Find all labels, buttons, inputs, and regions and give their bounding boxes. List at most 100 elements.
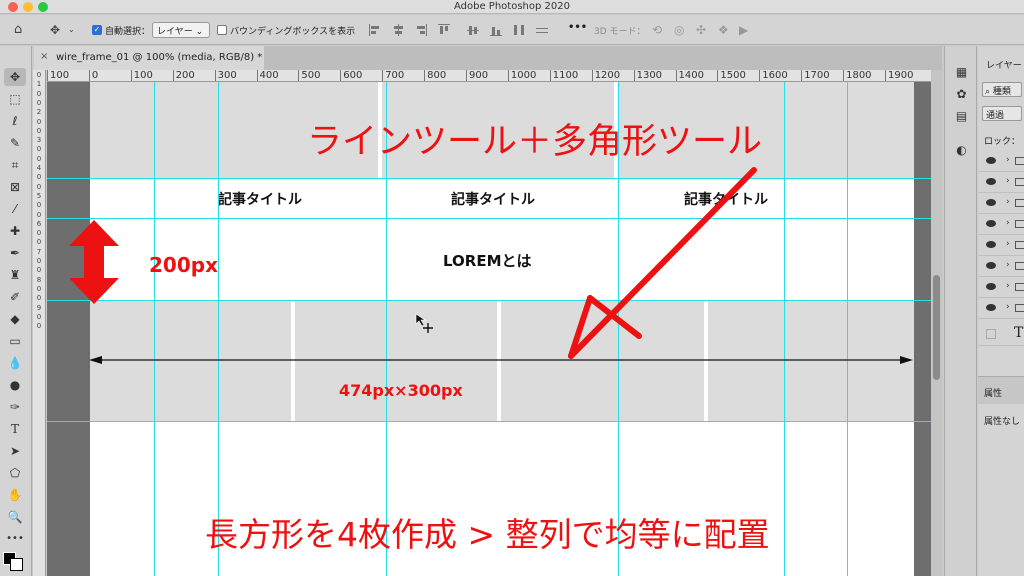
layer-row[interactable]: ›: [978, 152, 1024, 172]
3d-scale-icon[interactable]: ▶: [739, 23, 748, 37]
document-tab-title: wire_frame_01 @ 100% (media, RGB/8) *: [56, 52, 263, 63]
chevron-right-icon[interactable]: ›: [1006, 239, 1010, 249]
align-right-icon[interactable]: [414, 23, 428, 37]
move-tool-icon[interactable]: ✥: [4, 68, 26, 86]
eraser-tool-icon[interactable]: ◆: [4, 310, 26, 328]
3d-roll-icon[interactable]: ◎: [674, 23, 684, 37]
blur-tool-icon[interactable]: 💧: [4, 354, 26, 372]
eye-icon[interactable]: [986, 199, 996, 206]
visibility-toggle[interactable]: [986, 329, 996, 339]
properties-tab[interactable]: 属性: [984, 386, 1002, 399]
folder-icon: [1015, 199, 1024, 207]
align-horizontal-center-icon[interactable]: [391, 23, 405, 37]
eye-icon[interactable]: [986, 157, 996, 164]
chevron-right-icon[interactable]: ›: [1006, 218, 1010, 228]
brush-tool-icon[interactable]: ✒: [4, 244, 26, 262]
layer-row[interactable]: ›: [978, 278, 1024, 298]
align-vertical-center-icon[interactable]: [466, 23, 480, 37]
pasteboard[interactable]: 記事タイトル 記事タイトル 記事タイトル LOREMとは: [47, 82, 931, 576]
ruler-label: 0: [36, 71, 42, 79]
eye-icon[interactable]: [986, 220, 996, 227]
eye-icon[interactable]: [986, 283, 996, 290]
edit-toolbar-icon[interactable]: •••: [4, 530, 26, 548]
chevron-right-icon[interactable]: ›: [1006, 155, 1010, 165]
eye-icon[interactable]: [986, 241, 996, 248]
layer-row[interactable]: T: [978, 322, 1024, 346]
ruler-label: 800: [424, 70, 446, 81]
move-tool-icon[interactable]: ✥: [50, 23, 60, 37]
clone-stamp-tool-icon[interactable]: ♜: [4, 266, 26, 284]
ruler-label: 0: [36, 294, 42, 303]
quick-select-tool-icon[interactable]: ✎: [4, 134, 26, 152]
layer-row[interactable]: ›: [978, 194, 1024, 214]
crop-tool-icon[interactable]: ⌗: [4, 156, 26, 174]
scrollbar-thumb[interactable]: [933, 275, 940, 380]
color-panel-icon[interactable]: ✿: [953, 86, 970, 103]
hand-tool-icon[interactable]: ✋: [4, 486, 26, 504]
document-tab[interactable]: × wire_frame_01 @ 100% (media, RGB/8) *: [34, 46, 264, 70]
path-selection-tool-icon[interactable]: ➤: [4, 442, 26, 460]
height-annotation: 200px: [149, 253, 218, 277]
eye-icon[interactable]: [986, 304, 996, 311]
background-color-swatch[interactable]: [10, 558, 23, 571]
eye-icon[interactable]: [986, 262, 996, 269]
chevron-right-icon[interactable]: ›: [1006, 197, 1010, 207]
type-tool-icon[interactable]: T: [4, 420, 26, 438]
distribute-icon[interactable]: [512, 23, 526, 37]
layer-row[interactable]: ›: [978, 236, 1024, 256]
vertical-ruler[interactable]: 0100200300400500600700800900: [33, 70, 46, 576]
lasso-tool-icon[interactable]: ℓ: [4, 112, 26, 130]
dodge-tool-icon[interactable]: ●: [4, 376, 26, 394]
frame-tool-icon[interactable]: ⊠: [4, 178, 26, 196]
auto-select-checkbox[interactable]: ✓: [92, 25, 102, 35]
pen-tool-icon[interactable]: ✑: [4, 398, 26, 416]
blend-mode-select[interactable]: 通過: [982, 106, 1022, 121]
home-icon[interactable]: ⌂: [14, 23, 22, 37]
chevron-right-icon[interactable]: ›: [1006, 281, 1010, 291]
swatches-panel-icon[interactable]: ▤: [953, 108, 970, 125]
eyedropper-tool-icon[interactable]: ⁄: [4, 200, 26, 218]
gradient-tool-icon[interactable]: ▭: [4, 332, 26, 350]
align-left-icon[interactable]: [368, 23, 382, 37]
horizontal-ruler[interactable]: 100 0 100 200 300 400 500 600 700 800 900 1000 1100 1…: [47, 70, 931, 82]
layer-row[interactable]: ›: [978, 257, 1024, 277]
zoom-tool-icon[interactable]: 🔍: [4, 508, 26, 526]
folder-icon: [1015, 157, 1024, 165]
healing-brush-tool-icon[interactable]: ✚: [4, 222, 26, 240]
size-annotation: 474px×300px: [339, 381, 463, 400]
more-options-button[interactable]: •••: [568, 22, 587, 33]
chevron-right-icon[interactable]: ›: [1006, 260, 1010, 270]
adjustments-panel-icon[interactable]: ◐: [953, 142, 970, 159]
ruler-label: 700: [382, 70, 404, 81]
chevron-right-icon[interactable]: ›: [1006, 176, 1010, 186]
3d-slide-icon[interactable]: ❖: [718, 23, 729, 37]
3d-rotate-icon[interactable]: ⟲: [652, 23, 662, 37]
lock-label: ロック：: [984, 137, 1021, 147]
history-panel-icon[interactable]: ▦: [953, 64, 970, 81]
align-top-icon[interactable]: [437, 23, 451, 37]
ruler-label: 0: [36, 182, 42, 191]
shape-tool-icon[interactable]: ⬠: [4, 464, 26, 482]
ruler-label: 0: [36, 126, 42, 135]
show-bbox-checkbox[interactable]: [217, 25, 227, 35]
ruler-label: 400: [256, 70, 279, 81]
tool-preset-chevron-down-icon[interactable]: ⌄: [68, 23, 75, 37]
chevron-right-icon[interactable]: ›: [1006, 302, 1010, 312]
layer-row[interactable]: ›: [978, 215, 1024, 235]
search-icon: ⌕: [985, 87, 991, 97]
ruler-label: 0: [36, 145, 42, 154]
align-bottom-icon[interactable]: [489, 23, 503, 37]
history-brush-tool-icon[interactable]: ✐: [4, 288, 26, 306]
layer-kind-filter[interactable]: ⌕ 種類: [982, 82, 1022, 97]
marquee-tool-icon[interactable]: ⬚: [4, 90, 26, 108]
ruler-label: 2: [36, 108, 42, 117]
layer-row[interactable]: ›: [978, 299, 1024, 319]
layers-tab[interactable]: レイヤー: [986, 58, 1022, 71]
auto-select-target-select[interactable]: レイヤー ⌄: [152, 22, 210, 38]
vertical-scrollbar[interactable]: [931, 70, 942, 576]
eye-icon[interactable]: [986, 178, 996, 185]
distribute-spacing-icon[interactable]: [535, 23, 549, 37]
close-tab-icon[interactable]: ×: [40, 51, 48, 62]
3d-pan-icon[interactable]: ✣: [696, 23, 706, 37]
layer-row[interactable]: ›: [978, 173, 1024, 193]
